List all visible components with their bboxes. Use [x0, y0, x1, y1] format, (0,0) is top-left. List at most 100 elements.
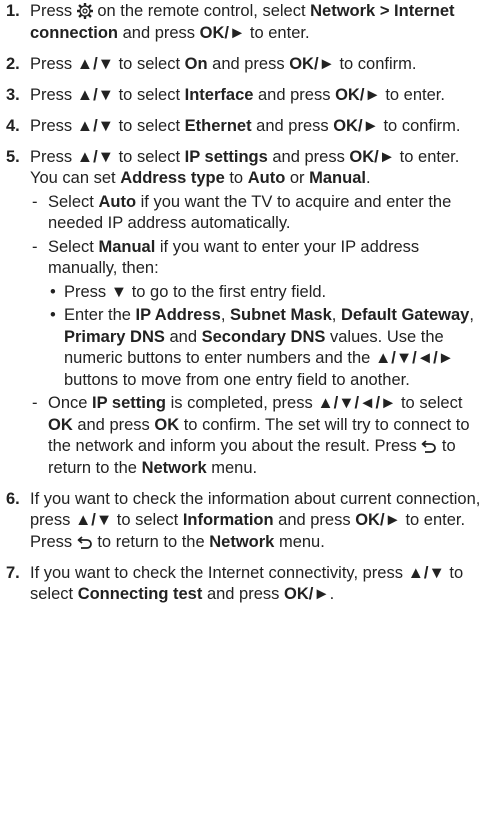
step-item: 4. Press ▲/▼ to select Ethernet and press…	[6, 116, 487, 138]
gear-icon	[76, 2, 94, 20]
step-item: 3. Press ▲/▼ to select Interface and pres…	[6, 85, 487, 107]
text-run: buttons to move from one entry field to …	[64, 370, 410, 389]
text-run: If you want to check the Internet connec…	[30, 563, 408, 582]
bold-term: Information	[182, 511, 274, 529]
text-run: to return to the	[92, 532, 210, 551]
step-text: Press ▲/▼ to select Ethernet and press O…	[30, 116, 487, 138]
text-run: on the remote control, select	[92, 2, 311, 20]
text-run: to select	[114, 85, 185, 104]
text-run: and	[164, 327, 202, 346]
sub-item: - Select Auto if you want the TV to acqui…	[32, 192, 487, 235]
text-run: ,	[469, 306, 474, 324]
step-text: If you want to check the information abo…	[30, 489, 487, 554]
bold-term: ▲/▼	[76, 116, 115, 135]
text-run: Press	[30, 116, 77, 135]
bold-term: OK/►	[289, 54, 335, 73]
bold-term: Connecting test	[77, 585, 203, 603]
step-number: 2.	[6, 54, 20, 73]
bold-term: OK/►	[355, 511, 401, 529]
text-run: .	[365, 169, 371, 187]
bold-term: Primary DNS	[64, 327, 165, 346]
text-run: Select	[48, 192, 99, 211]
step-number: 6.	[6, 489, 20, 508]
bullet-marker: •	[50, 306, 56, 324]
text-run: to go to the first entry field.	[127, 282, 327, 301]
text-run: and press	[267, 147, 350, 166]
text-run: is completed, press	[166, 394, 318, 412]
step-body: Press on the remote control, select Netw…	[30, 1, 487, 44]
step-body: If you want to check the information abo…	[30, 489, 487, 554]
bold-term: Manual	[309, 169, 366, 187]
bold-term: Ethernet	[184, 116, 252, 135]
step-item: 6. If you want to check the information a…	[6, 489, 487, 554]
bold-term: Address type	[120, 169, 225, 187]
bold-term: ▲/▼	[74, 511, 113, 529]
text-run: to select	[114, 54, 185, 73]
text-run: and press	[253, 85, 336, 104]
text-run: to select	[112, 511, 183, 529]
text-run: ,	[331, 306, 341, 324]
bold-term: Interface	[184, 85, 254, 104]
bold-term: IP setting	[92, 394, 166, 412]
text-run: .	[329, 585, 335, 603]
bold-term: Auto	[247, 169, 286, 187]
step-item: 5. Press ▲/▼ to select IP settings and pr…	[6, 147, 487, 480]
bullet-text: Enter the IP Address, Subnet Mask, Defau…	[64, 305, 487, 391]
step-body: Press ▲/▼ to select IP settings and pres…	[30, 147, 487, 480]
text-run: Once	[48, 394, 93, 412]
text-run: Press	[30, 2, 77, 20]
step-body: Press ▲/▼ to select Interface and press …	[30, 85, 487, 107]
text-run: Press	[30, 147, 77, 166]
text-run: Press	[64, 282, 111, 301]
bold-term: ▼	[110, 282, 128, 301]
text-run: to select	[114, 147, 185, 166]
text-run: menu.	[274, 532, 325, 551]
step-text: Press ▲/▼ to select On and press OK/► to…	[30, 54, 487, 76]
text-run: Enter the	[64, 306, 136, 324]
bold-term: ▲/▼/◄/►	[374, 349, 455, 367]
bullet-text: Press ▼ to go to the first entry field.	[64, 282, 487, 304]
step-item: 7. If you want to check the Internet conn…	[6, 563, 487, 606]
return-arrow-icon	[77, 535, 92, 549]
bold-term: On	[184, 54, 208, 73]
sub-item: - Select Manual if you want to enter your…	[32, 237, 487, 392]
bold-term: OK/►	[284, 585, 330, 603]
sub-item-text: Select Manual if you want to enter your …	[48, 237, 487, 392]
text-run: and press	[273, 511, 356, 529]
sub-item-text: Once IP setting is completed, press ▲/▼/…	[48, 393, 487, 479]
bold-term: ▲/▼	[407, 563, 445, 582]
bold-term: Manual	[98, 237, 156, 256]
text-run: ,	[220, 306, 231, 324]
dash-marker: -	[32, 237, 38, 256]
bullet-item: • Enter the IP Address, Subnet Mask, Defa…	[50, 305, 487, 391]
step-text: Press on the remote control, select Netw…	[30, 1, 487, 44]
step-text: Press ▲/▼ to select IP settings and pres…	[30, 147, 487, 190]
step-number: 5.	[6, 147, 20, 166]
text-run: Press	[30, 85, 77, 104]
text-run: to confirm.	[334, 54, 417, 73]
bold-term: OK/►	[199, 23, 246, 42]
step-body: Press ▲/▼ to select Ethernet and press O…	[30, 116, 487, 138]
bold-term: Network	[141, 458, 207, 477]
bold-term: OK	[48, 415, 73, 434]
instruction-document: 1. Press on the remote control, select Ne…	[0, 0, 493, 606]
step-number: 4.	[6, 116, 20, 135]
bold-term: IP Address	[135, 306, 221, 324]
bold-term: OK/►	[335, 85, 381, 104]
dash-marker: -	[32, 192, 38, 211]
bold-term: OK/►	[349, 147, 396, 166]
text-run: and press	[207, 54, 290, 73]
bold-term: ▲/▼	[76, 85, 115, 104]
text-run: and press	[72, 415, 155, 434]
step-item: 1. Press on the remote control, select Ne…	[6, 1, 487, 44]
bullet-item: • Press ▼ to go to the first entry field.	[50, 282, 487, 304]
step-body: Press ▲/▼ to select On and press OK/► to…	[30, 54, 487, 76]
step-text: Press ▲/▼ to select Interface and press …	[30, 85, 487, 107]
text-run: Select	[48, 237, 99, 256]
bullet-marker: •	[50, 282, 56, 301]
text-run: or	[285, 169, 310, 187]
text-run: menu.	[206, 458, 258, 477]
text-run: to enter.	[245, 23, 310, 42]
bold-term: IP settings	[184, 147, 268, 166]
bold-term: Default Gateway	[340, 306, 470, 324]
